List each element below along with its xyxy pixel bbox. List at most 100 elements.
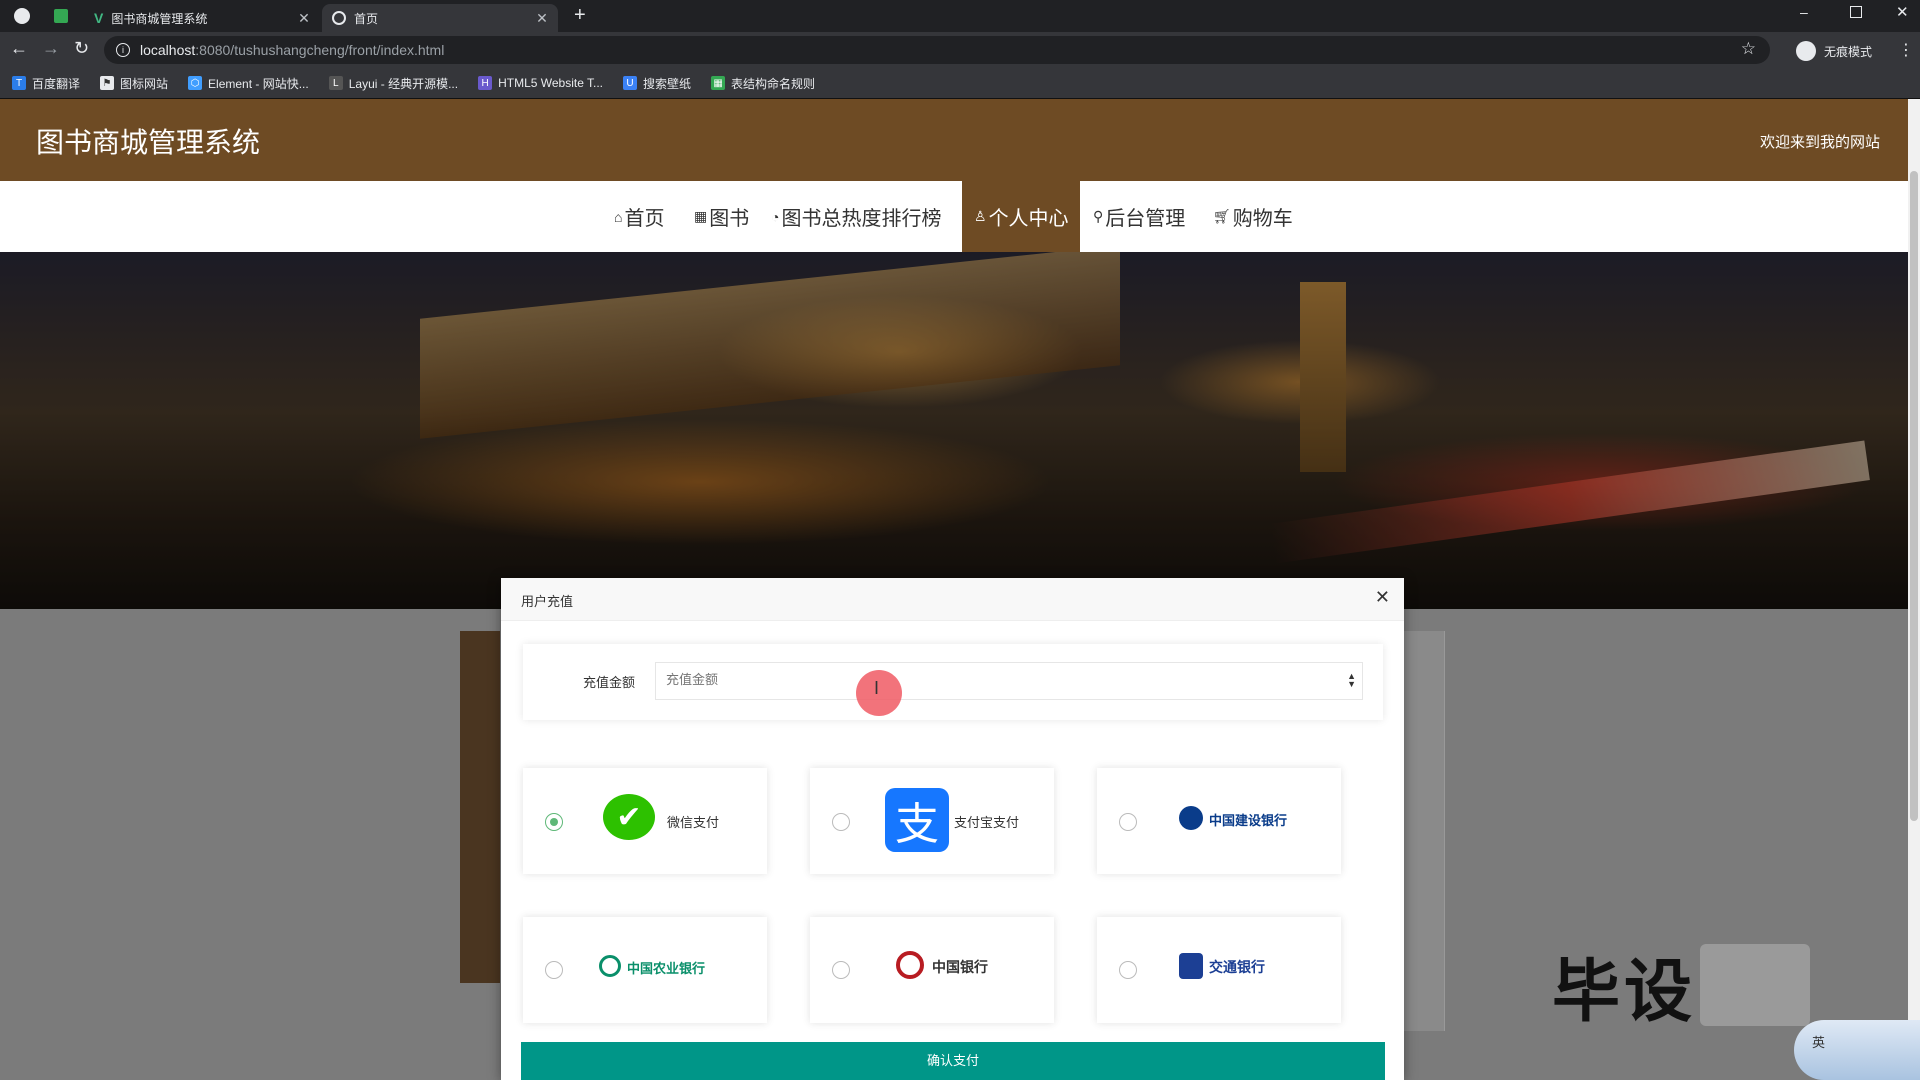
tab-title: 首页 bbox=[354, 11, 379, 26]
page-scrollbar[interactable] bbox=[1908, 99, 1920, 1080]
close-window-button[interactable]: ✕ bbox=[1896, 3, 1909, 21]
bookmark-item[interactable]: T 百度翻译 bbox=[12, 75, 80, 92]
watermark-blur bbox=[1700, 944, 1810, 1026]
nav-label: 购物车 bbox=[1232, 208, 1293, 230]
payment-option-ccb[interactable]: 中国建设银行 bbox=[1097, 768, 1341, 874]
bookmark-icon: ▦ bbox=[711, 76, 726, 90]
bookmark-item[interactable]: ⬡ Element - 网站快... bbox=[188, 75, 309, 92]
radio-unselected[interactable] bbox=[832, 813, 850, 831]
nav-item-cart[interactable]: 🛒︎ 购物车 bbox=[1213, 181, 1293, 252]
site-header: 图书商城管理系统 欢迎来到我的网站 bbox=[0, 99, 1908, 181]
profile-label: 无痕模式 bbox=[1824, 44, 1873, 59]
clock-icon: ◔ bbox=[771, 208, 780, 225]
bookmark-icon: ⚑ bbox=[100, 76, 115, 90]
nav-label: 首页 bbox=[624, 208, 665, 230]
text-cursor-icon: I bbox=[874, 678, 880, 698]
radio-selected[interactable] bbox=[545, 813, 563, 831]
nav-item-books[interactable]: ▦ 图书 bbox=[694, 181, 749, 252]
restore-button[interactable] bbox=[1850, 6, 1862, 18]
bookmark-icon: T bbox=[12, 76, 26, 90]
payment-label: 支付宝支付 bbox=[954, 815, 1020, 830]
url-host: localhost bbox=[140, 42, 196, 58]
watermark-text: 毕设 bbox=[1552, 954, 1697, 1030]
nav-item-admin[interactable]: ⚲ 后台管理 bbox=[1093, 181, 1185, 252]
url-path: :8080/tushushangcheng/front/index.html bbox=[195, 42, 445, 58]
bookmark-label: Layui - 经典开源模... bbox=[348, 76, 459, 91]
tab-admin[interactable]: V 图书商城管理系统 ✕ bbox=[84, 4, 320, 32]
info-icon[interactable]: i bbox=[116, 43, 130, 57]
payment-option-abc[interactable]: 中国农业银行 bbox=[523, 917, 767, 1023]
browser-menu-icon[interactable] bbox=[14, 8, 30, 24]
radio-unselected[interactable] bbox=[545, 961, 563, 979]
payment-label: 中国建设银行 bbox=[1209, 813, 1288, 828]
minimize-button[interactable]: – bbox=[1800, 4, 1808, 20]
tab-close-icon[interactable]: ✕ bbox=[294, 10, 314, 27]
browser-menu-dots-icon[interactable]: ⋮ bbox=[1898, 40, 1914, 60]
site-title: 图书商城管理系统 bbox=[36, 127, 261, 158]
close-icon[interactable]: ✕ bbox=[1375, 587, 1390, 608]
bookmark-item[interactable]: ⚑ 图标网站 bbox=[100, 75, 168, 92]
profile-button[interactable]: 无痕模式 bbox=[1796, 38, 1872, 64]
hero-dim-overlay bbox=[0, 252, 1908, 609]
main-nav: ⌂ 首页 ▦ 图书 ◔ 图书总热度排行榜 ♙ 个人中心 ⚲ 后台管理 🛒︎ 购物车 bbox=[0, 181, 1908, 252]
amount-input[interactable]: ▲▼ bbox=[655, 662, 1363, 700]
tab-home[interactable]: 首页 ✕ bbox=[322, 4, 558, 32]
nav-label: 图书 bbox=[709, 208, 750, 230]
payment-option-alipay[interactable]: 支 支付宝支付 bbox=[810, 768, 1054, 874]
nav-item-home[interactable]: ⌂ 首页 bbox=[614, 181, 664, 252]
dialog-header: 用户充值 ✕ bbox=[501, 578, 1404, 621]
nav-item-personal-center[interactable]: ♙ 个人中心 bbox=[962, 181, 1080, 252]
bookmark-label: 图标网站 bbox=[120, 76, 169, 91]
sidebar-panel bbox=[460, 631, 500, 983]
payment-option-bocom[interactable]: 交通银行 bbox=[1097, 917, 1341, 1023]
bookmark-label: HTML5 Website T... bbox=[498, 76, 604, 90]
payment-option-boc[interactable]: 中国银行 bbox=[810, 917, 1054, 1023]
tab-title: 图书商城管理系统 bbox=[111, 11, 208, 26]
bookmarks-bar: T 百度翻译 ⚑ 图标网站 ⬡ Element - 网站快... L Layui - 经… bbox=[0, 68, 1920, 99]
bookmark-item[interactable]: L Layui - 经典开源模... bbox=[328, 75, 459, 92]
cart-icon: 🛒︎ bbox=[1213, 208, 1231, 224]
bookmark-icon: L bbox=[328, 76, 343, 90]
address-bar[interactable]: i localhost:8080/tushushangcheng/front/i… bbox=[104, 36, 1770, 64]
forward-arrow-icon[interactable]: → bbox=[42, 38, 60, 59]
grid-icon: ▦ bbox=[694, 208, 708, 224]
new-tab-button[interactable]: + bbox=[574, 4, 586, 27]
radio-unselected[interactable] bbox=[1119, 813, 1137, 831]
stepper-arrows-icon[interactable]: ▲ ▼ bbox=[1347, 672, 1356, 689]
welcome-text: 欢迎来到我的网站 bbox=[1759, 134, 1880, 151]
bookmark-item[interactable]: ▦ 表结构命名规则 bbox=[711, 75, 815, 92]
globe-icon bbox=[332, 11, 346, 25]
ime-widget[interactable]: 英 bbox=[1794, 1020, 1920, 1080]
reload-icon[interactable]: ↻ bbox=[74, 38, 89, 59]
radio-unselected[interactable] bbox=[832, 961, 850, 979]
amount-field[interactable] bbox=[664, 671, 1328, 688]
amount-row: 充值金额 ▲▼ I bbox=[523, 644, 1383, 720]
recharge-dialog: 用户充值 ✕ 充值金额 ▲▼ I ✔ 微信支付 支 支付宝支付 中国建设银行 中… bbox=[501, 578, 1404, 1080]
scrollbar-thumb[interactable] bbox=[1910, 171, 1918, 821]
home-icon: ⌂ bbox=[614, 208, 623, 225]
bookmark-label: 搜索壁纸 bbox=[643, 76, 692, 91]
back-arrow-icon[interactable]: ← bbox=[10, 38, 28, 59]
bookmark-star-icon[interactable]: ☆ bbox=[1741, 39, 1756, 59]
boc-logo bbox=[896, 951, 924, 979]
bookmark-label: 百度翻译 bbox=[32, 76, 81, 91]
amount-label: 充值金额 bbox=[583, 675, 636, 690]
radio-unselected[interactable] bbox=[1119, 961, 1137, 979]
confirm-payment-button[interactable]: 确认支付 bbox=[521, 1042, 1385, 1080]
abc-logo bbox=[599, 955, 621, 977]
payment-label: 交通银行 bbox=[1209, 960, 1265, 976]
payment-label: 微信支付 bbox=[667, 815, 720, 830]
bookmark-icon: U bbox=[623, 76, 638, 90]
tab-close-icon[interactable]: ✕ bbox=[532, 10, 552, 27]
payment-option-wechat[interactable]: ✔ 微信支付 bbox=[523, 768, 767, 874]
nav-item-ranking[interactable]: ◔ 图书总热度排行榜 bbox=[771, 181, 941, 252]
bookmark-icon: H bbox=[478, 76, 493, 90]
link-icon: ⚲ bbox=[1093, 208, 1104, 224]
bookmark-item[interactable]: H HTML5 Website T... bbox=[478, 76, 603, 90]
incognito-icon bbox=[1796, 41, 1816, 61]
tab-favicon-icon[interactable] bbox=[54, 9, 68, 23]
ccb-logo bbox=[1179, 806, 1203, 830]
payment-label: 中国银行 bbox=[932, 960, 988, 976]
bookmark-item[interactable]: U 搜索壁纸 bbox=[623, 75, 691, 92]
content-panel bbox=[1404, 631, 1445, 1031]
